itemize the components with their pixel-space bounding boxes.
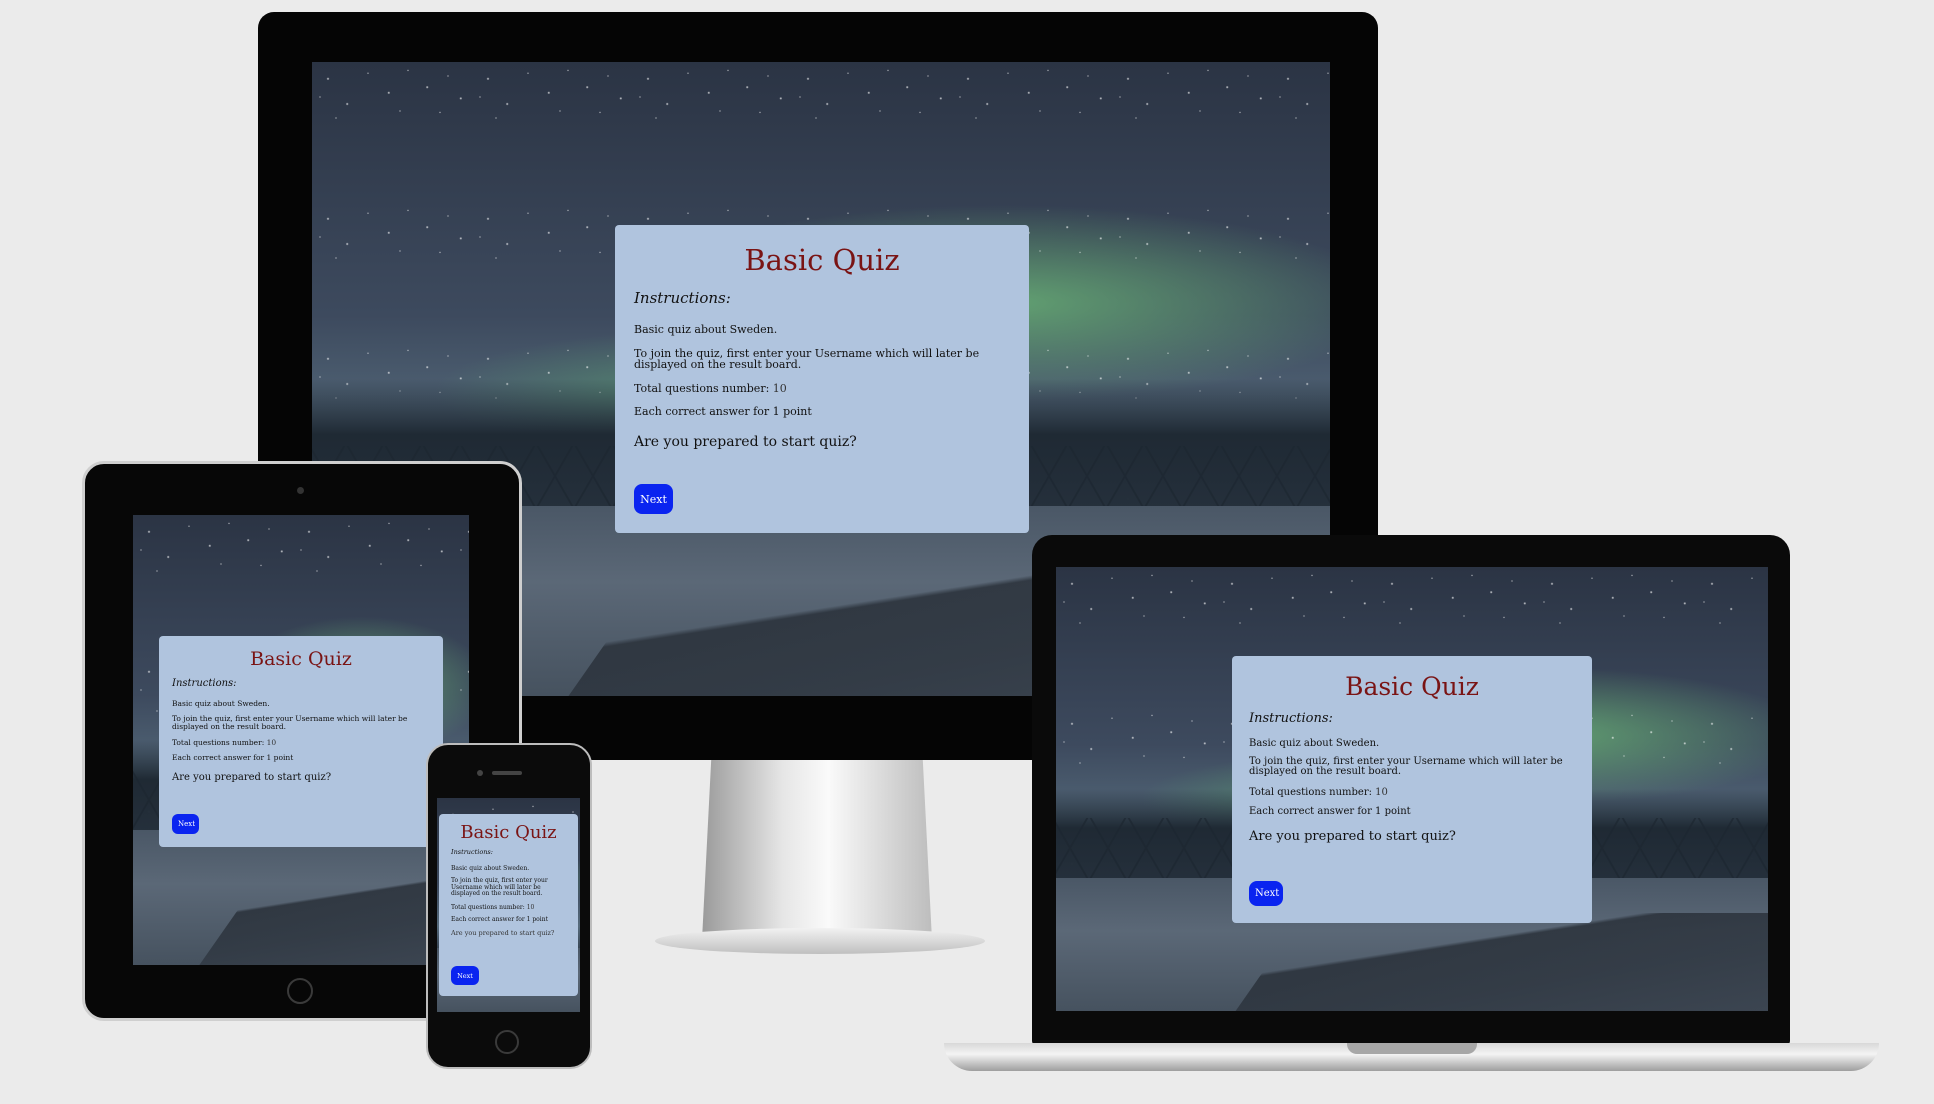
about-text: Basic quiz about Sweden.	[634, 323, 778, 336]
join-text: To join the quiz, first enter your Usern…	[634, 347, 980, 371]
start-question: Are you prepared to start quiz?	[172, 772, 332, 783]
points-text: Each correct answer for 1 point	[172, 753, 294, 762]
quiz-card: Basic Quiz Instructions: Basic quiz abou…	[615, 225, 1029, 533]
quiz-title: Basic Quiz	[1345, 672, 1479, 701]
laptop-notch	[1347, 1043, 1477, 1054]
phone-home-button	[495, 1030, 519, 1054]
total-questions: Total questions number: 10	[1249, 787, 1575, 798]
total-label: Total questions number:	[1249, 787, 1372, 798]
total-value: 10	[772, 382, 787, 395]
next-button[interactable]: Next	[634, 484, 673, 514]
total-label: Total questions number:	[451, 903, 525, 911]
start-question: Are you prepared to start quiz?	[1249, 829, 1456, 844]
total-value: 10	[1375, 787, 1388, 798]
total-questions: Total questions number: 10	[172, 738, 430, 747]
instructions-heading: Instructions:	[451, 848, 493, 856]
points-text: Each correct answer for 1 point	[451, 915, 548, 923]
start-question: Are you prepared to start quiz?	[634, 434, 857, 450]
join-text: To join the quiz, first enter your Usern…	[172, 714, 408, 731]
points-text: Each correct answer for 1 point	[634, 405, 812, 418]
total-label: Total questions number:	[634, 382, 770, 395]
next-button[interactable]: Next	[1249, 881, 1283, 906]
desktop-stand-base	[655, 928, 985, 954]
instructions-heading: Instructions:	[1249, 711, 1333, 726]
total-questions: Total questions number: 10	[634, 382, 1010, 395]
total-label: Total questions number:	[172, 738, 265, 747]
next-button[interactable]: Next	[172, 814, 199, 834]
total-questions: Total questions number: 10	[451, 904, 566, 911]
quiz-title: Basic Quiz	[250, 648, 352, 670]
instructions-heading: Instructions:	[172, 678, 237, 689]
phone-speaker	[492, 771, 522, 775]
quiz-card: Basic Quiz Instructions: Basic quiz abou…	[1232, 656, 1592, 923]
quiz-title: Basic Quiz	[744, 243, 900, 277]
about-text: Basic quiz about Sweden.	[172, 699, 270, 708]
road	[1235, 913, 1768, 1011]
join-text: To join the quiz, first enter your Usern…	[1249, 756, 1563, 777]
points-text: Each correct answer for 1 point	[1249, 806, 1411, 817]
join-text: To join the quiz, first enter your Usern…	[451, 877, 548, 897]
laptop-screen: Basic Quiz Instructions: Basic quiz abou…	[1056, 567, 1768, 1011]
tablet-home-button	[287, 978, 313, 1004]
about-text: Basic quiz about Sweden.	[451, 865, 530, 872]
start-question: Are you prepared to start quiz?	[451, 928, 555, 937]
quiz-card: Basic Quiz Instructions: Basic quiz abou…	[159, 636, 443, 847]
total-value: 10	[526, 903, 535, 911]
phone-screen: Basic Quiz Instructions: Basic quiz abou…	[437, 798, 580, 1012]
instructions-heading: Instructions:	[634, 289, 731, 307]
quiz-title: Basic Quiz	[460, 822, 557, 843]
total-value: 10	[266, 738, 277, 747]
tablet-camera	[297, 487, 304, 494]
phone-camera	[477, 770, 483, 776]
tablet-screen: Basic Quiz Instructions: Basic quiz abou…	[133, 515, 469, 965]
quiz-card: Basic Quiz Instructions: Basic quiz abou…	[439, 814, 578, 996]
desktop-stand-neck	[702, 760, 932, 940]
about-text: Basic quiz about Sweden.	[1249, 738, 1380, 749]
next-button[interactable]: Next	[451, 966, 479, 985]
